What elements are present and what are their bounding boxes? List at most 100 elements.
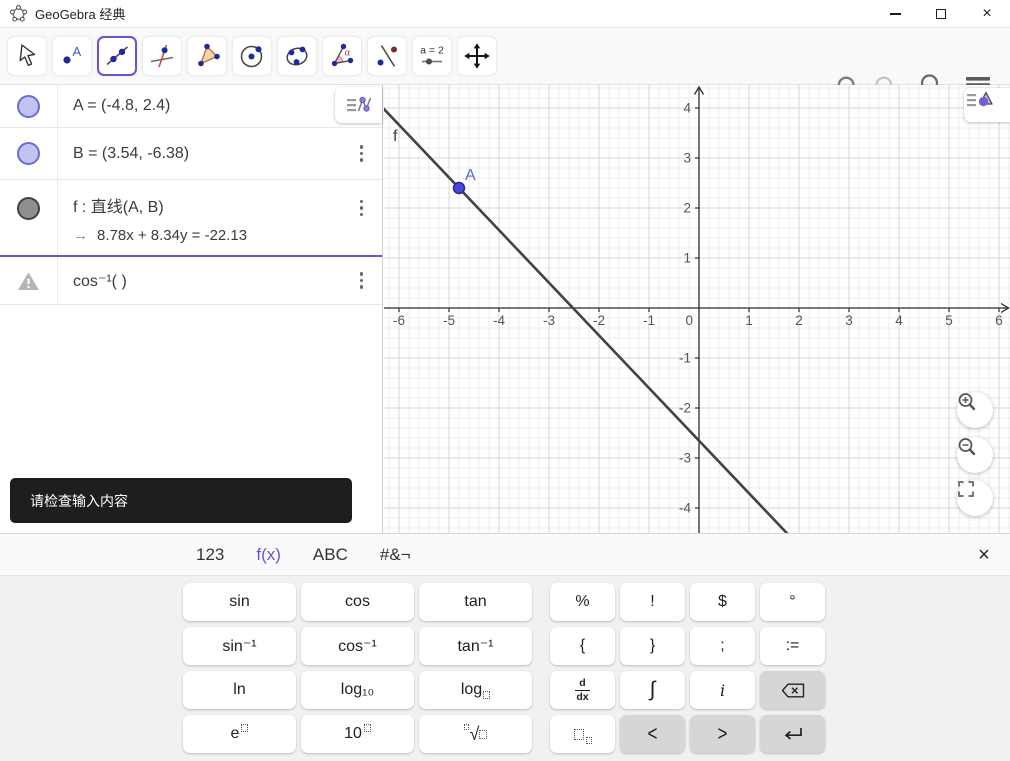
axis-tick-label: -4 (679, 501, 691, 516)
key-log-base[interactable]: log (419, 671, 532, 709)
key-arcsin[interactable]: sin⁻¹ (183, 627, 296, 665)
row-menu-f-button[interactable] (356, 194, 368, 222)
graphics-canvas[interactable]: -6 -5 -4 -3 -2 -1 0 1 2 3 4 5 6 -4 -3 -2 -1 1 2 3 4 f A (384, 85, 1010, 533)
minimize-icon (889, 13, 901, 15)
key-10-power[interactable]: 10 (301, 715, 414, 753)
maximize-button[interactable] (918, 0, 964, 28)
axis-tick-label: -5 (443, 313, 455, 328)
fullscreen-button[interactable] (957, 480, 993, 516)
tool-move-button[interactable] (7, 36, 47, 76)
angle-tool-icon: α (331, 43, 354, 67)
title-bar: GeoGebra 经典 × (0, 0, 1010, 28)
axis-tick-label: 3 (845, 313, 853, 328)
key-tan[interactable]: tan (419, 583, 532, 621)
svg-text:α: α (345, 49, 351, 59)
key-dollar[interactable]: $ (690, 583, 755, 621)
keyboard-tab-special[interactable]: #&¬ (377, 545, 414, 565)
close-icon: × (982, 5, 992, 22)
key-sin[interactable]: sin (183, 583, 296, 621)
axis-tick-label: 1 (745, 313, 753, 328)
graph-point-A[interactable] (452, 181, 466, 195)
tool-move-graphics-view-button[interactable] (457, 36, 497, 76)
visibility-marble-f[interactable] (17, 197, 40, 220)
geogebra-logo-icon (10, 5, 27, 22)
minimize-button[interactable] (872, 0, 918, 28)
tool-reflect-about-line-button[interactable] (367, 36, 407, 76)
svg-text:A: A (73, 44, 82, 59)
warning-icon (18, 271, 39, 290)
key-degree[interactable]: ° (760, 583, 825, 621)
graph-line-f[interactable] (384, 85, 1010, 533)
keyboard-tab-fx[interactable]: f(x) (253, 545, 284, 565)
tool-polygon-button[interactable] (187, 36, 227, 76)
move-view-icon (464, 43, 490, 69)
algebra-entry-f[interactable]: f : 直线(A, B) → 8.78x + 8.34y = -22.13 (58, 180, 247, 255)
axis-tick-label: -3 (543, 313, 555, 328)
keyboard-symbol-keys: %! $ ° {};:= d dx ∫ i < > (550, 583, 825, 753)
axis-tick-label: -1 (643, 313, 655, 328)
key-percent[interactable]: % (550, 583, 615, 621)
visibility-marble-B[interactable] (17, 142, 40, 165)
key-factorial[interactable]: ! (620, 583, 685, 621)
visibility-marble-A[interactable] (17, 94, 40, 118)
keyboard-function-keys: sin cos tan sin⁻¹ cos⁻¹ tan⁻¹ ln log₁₀ log e 10 √ (183, 583, 532, 753)
fullscreen-icon (958, 481, 974, 497)
algebra-input-field[interactable]: cos⁻¹( ) (58, 271, 127, 291)
axis-tick-label: 1 (683, 251, 691, 266)
axis-tick-label: -2 (593, 313, 605, 328)
axis-tick-label: -1 (679, 351, 691, 366)
key-semicolon[interactable]: ; (690, 627, 755, 665)
move-cursor-icon (19, 44, 36, 67)
tool-angle-button[interactable]: α (322, 36, 362, 76)
algebra-entry-B[interactable]: B = (3.54, -6.38) (58, 145, 189, 163)
axis-tick-label: -3 (679, 451, 691, 466)
key-log10[interactable]: log₁₀ (301, 671, 414, 709)
tool-slider-button[interactable]: a = 2 (412, 36, 452, 76)
key-cos[interactable]: cos (301, 583, 414, 621)
main-area: A = (-4.8, 2.4) B = (3.54, -6.38) f : 直线… (0, 85, 1010, 533)
key-cursor-left[interactable]: < (620, 715, 685, 753)
key-derivative[interactable]: d dx (550, 671, 615, 709)
key-arctan[interactable]: tan⁻¹ (419, 627, 532, 665)
tool-conic-five-points-button[interactable] (277, 36, 317, 76)
key-ln[interactable]: ln (183, 671, 296, 709)
algebra-style-icon (346, 96, 371, 112)
graphics-style-icon (967, 91, 993, 107)
polygon-icon (198, 43, 220, 67)
row-menu-input-button[interactable] (356, 266, 368, 294)
key-e-power[interactable]: e (183, 715, 296, 753)
axis-tick-label: 3 (683, 151, 691, 166)
keyboard-tab-123[interactable]: 123 (193, 545, 227, 565)
key-enter[interactable] (760, 715, 825, 753)
keyboard-close-button[interactable]: × (968, 539, 1000, 571)
zoom-out-button[interactable] (957, 437, 993, 473)
graphics-style-bar-button[interactable] (964, 88, 1010, 122)
algebra-style-bar-button[interactable] (335, 87, 382, 123)
line-f-equation: → 8.78x + 8.34y = -22.13 (73, 227, 248, 244)
zoom-in-button[interactable] (957, 392, 993, 428)
key-nth-root[interactable]: √ (419, 715, 532, 753)
key-cursor-right[interactable]: > (690, 715, 755, 753)
close-button[interactable]: × (964, 0, 1010, 28)
key-right-brace[interactable]: } (620, 627, 685, 665)
slider-icon-label: a = 2 (420, 45, 444, 57)
key-subscript[interactable] (550, 715, 615, 753)
key-integral[interactable]: ∫ (620, 671, 685, 709)
algebra-entry-A[interactable]: A = (-4.8, 2.4) (58, 97, 170, 115)
zoom-out-icon (958, 438, 976, 456)
tool-perpendicular-line-button[interactable] (142, 36, 182, 76)
keyboard-tab-abc[interactable]: ABC (310, 545, 351, 565)
axis-tick-label: 0 (685, 313, 693, 328)
tool-line-button[interactable] (97, 36, 137, 76)
graphics-view[interactable]: -6 -5 -4 -3 -2 -1 0 1 2 3 4 5 6 -4 -3 -2 -1 1 2 3 4 f A (384, 85, 1010, 533)
toolbar: A α a = 2 (0, 28, 1010, 96)
key-assignment[interactable]: := (760, 627, 825, 665)
tool-circle-center-point-button[interactable] (232, 36, 272, 76)
tool-point-button[interactable]: A (52, 36, 92, 76)
key-arccos[interactable]: cos⁻¹ (301, 627, 414, 665)
row-menu-B-button[interactable] (356, 139, 368, 167)
key-backspace[interactable] (760, 671, 825, 709)
key-left-brace[interactable]: { (550, 627, 615, 665)
maximize-icon (936, 9, 946, 19)
key-imaginary-unit[interactable]: i (690, 671, 755, 709)
